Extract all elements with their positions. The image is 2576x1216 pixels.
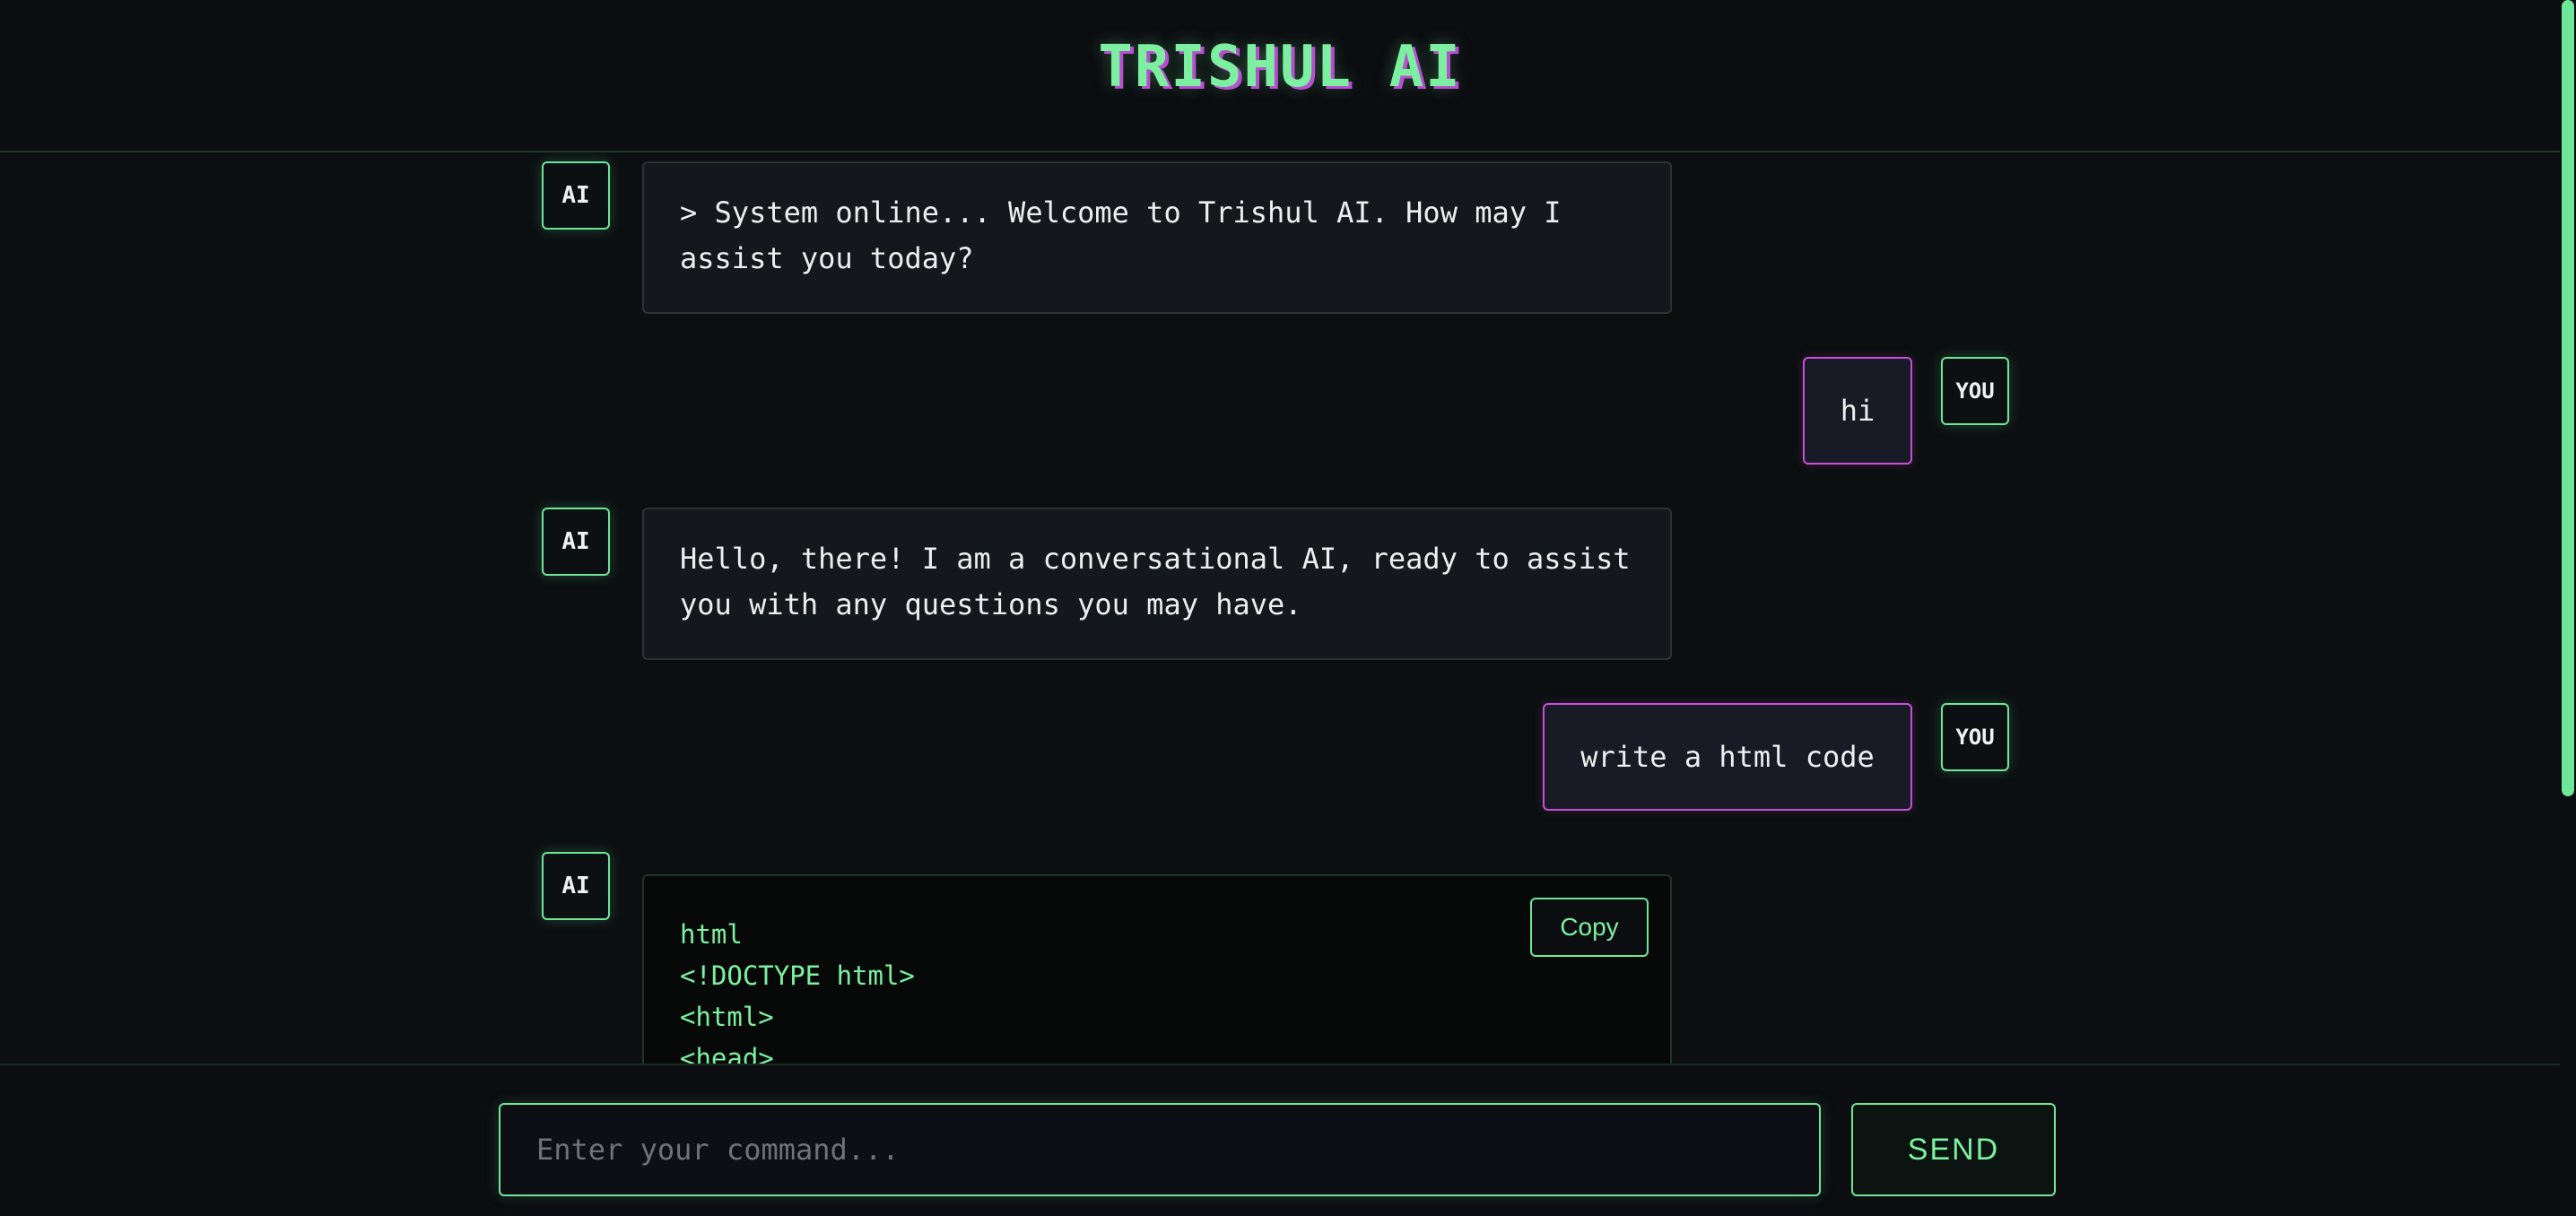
- user-avatar: YOU: [1941, 357, 2009, 425]
- code-line: <!DOCTYPE html>: [680, 960, 915, 991]
- ai-message: > System online... Welcome to Trishul AI…: [642, 161, 1672, 314]
- copy-button[interactable]: Copy: [1530, 898, 1649, 957]
- command-input[interactable]: [499, 1103, 1821, 1196]
- chat-app: TRISHUL AI AI > System online... Welcome…: [0, 0, 2576, 1216]
- code-line: <html>: [680, 1002, 774, 1032]
- ai-avatar: AI: [542, 508, 610, 576]
- scrollbar-thumb[interactable]: [2562, 0, 2574, 796]
- ai-message: Hello, there! I am a conversational AI, …: [642, 508, 1672, 660]
- user-avatar: YOU: [1941, 703, 2009, 771]
- app-header: TRISHUL AI: [0, 0, 2560, 152]
- scrollbar-track[interactable]: [2560, 0, 2576, 1216]
- ai-avatar: AI: [542, 161, 610, 230]
- ai-avatar: AI: [542, 852, 610, 920]
- ai-code-block: Copy html <!DOCTYPE html> <html> <head>: [642, 874, 1672, 1064]
- code-line: <head>: [680, 1043, 774, 1064]
- chat-log[interactable]: AI > System online... Welcome to Trishul…: [0, 152, 2560, 1064]
- user-message: hi: [1803, 357, 1912, 465]
- app-title: TRISHUL AI: [1098, 34, 1462, 100]
- composer-bar: SEND: [0, 1064, 2560, 1216]
- code-line: html: [680, 919, 743, 950]
- send-button[interactable]: SEND: [1851, 1103, 2056, 1196]
- user-message: write a html code: [1543, 703, 1912, 811]
